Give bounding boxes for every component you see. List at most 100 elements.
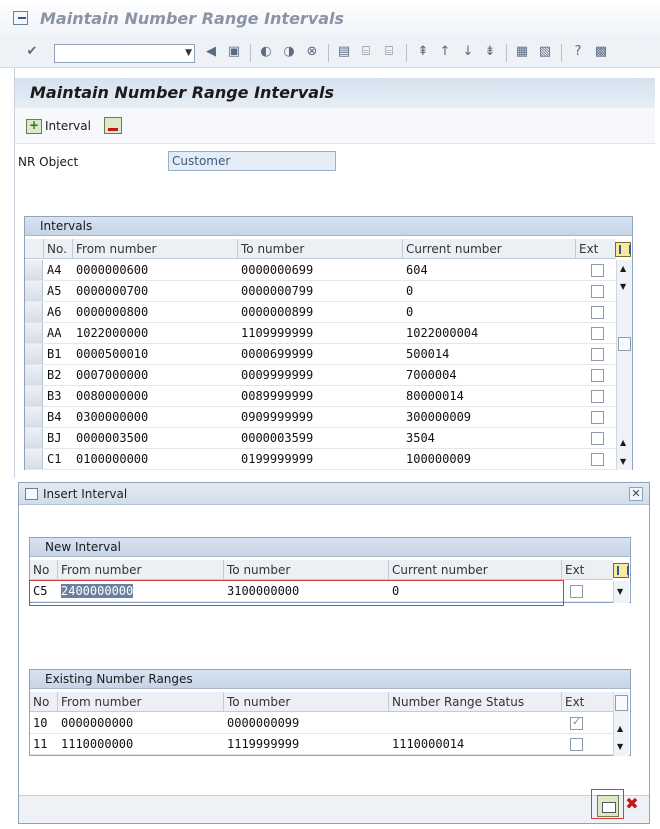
enter-icon[interactable]: ✔ [24,44,40,60]
row-selector[interactable] [25,386,43,406]
new-interval-scrollbar[interactable]: ▼ [613,581,629,603]
cell-no: A6 [47,305,62,319]
header-to-number: To number [224,692,389,712]
ext-checkbox[interactable] [591,264,604,277]
table-row[interactable]: BJ 0000003500 0000003599 3504 [25,428,616,449]
ext-checkbox[interactable] [591,285,604,298]
delete-interval-button[interactable] [104,117,122,134]
header-to-number: To number [238,239,403,259]
cell-from-number: 1110000000 [61,737,134,751]
cell-no: 10 [33,716,48,730]
scroll-down-icon[interactable]: ▼ [617,587,623,596]
toolbar-separator [406,44,407,62]
table-row[interactable]: C1 0100000000 0199999999 100000009 [25,449,616,470]
table-row[interactable]: A5 0000000700 0000000799 0 [25,281,616,302]
header-from-number: From number [73,239,238,259]
table-row[interactable]: B2 0007000000 0009999999 7000004 [25,365,616,386]
cell-to-number: 0000000099 [227,716,300,730]
table-row[interactable]: A4 0000000600 0000000699 604 [25,260,616,281]
window-title-bar: Maintain Number Range Intervals [0,0,660,38]
table-row[interactable]: 10 0000000000 0000000099 [30,713,613,734]
find-icon[interactable]: ⌸ [358,44,374,60]
scroll-up-icon[interactable]: ▲ [620,264,626,273]
scroll-down-icon[interactable]: ▼ [617,742,623,751]
window-menu-icon[interactable] [13,11,28,25]
exit-icon[interactable]: ◑ [281,44,297,60]
table-row[interactable]: B4 0300000000 0909999999 300000009 [25,407,616,428]
cell-range-status: 1110000014 [392,737,465,751]
table-settings-icon[interactable] [613,563,629,578]
previous-page-icon[interactable]: ↑ [437,44,453,60]
cell-current-number: 0 [406,305,414,319]
row-selector[interactable] [25,407,43,427]
existing-ranges-scrollbar[interactable]: ▲ ▼ [613,692,629,756]
insert-interval-button[interactable]: Interval [26,117,91,135]
intervals-scrollbar[interactable]: ▲ ▼ ▲ ▼ [616,260,632,470]
ext-checkbox[interactable] [591,306,604,319]
ext-checkbox[interactable] [591,453,604,466]
scroll-down-icon[interactable]: ▼ [620,457,626,466]
command-field[interactable]: ▼ [54,44,195,63]
ext-checkbox[interactable] [591,327,604,340]
header-ext: Ext [565,563,585,577]
dialog-footer [19,795,649,823]
header-ext: Ext [565,695,585,709]
cell-from-number: 0000000800 [76,305,149,319]
back-icon[interactable]: ◐ [258,44,274,60]
row-selector[interactable] [25,365,43,385]
next-page-icon[interactable]: ↓ [460,44,476,60]
ext-checkbox[interactable] [591,369,604,382]
table-row[interactable]: 11 1110000000 1119999999 1110000014 [30,734,613,755]
ext-checkbox[interactable] [591,390,604,403]
shortcut-icon[interactable]: ▧ [537,44,553,60]
row-selector[interactable] [25,281,43,301]
scroll-up-icon[interactable]: ▲ [617,724,623,733]
scroll-thumb[interactable] [618,337,631,351]
close-icon[interactable]: ✕ [629,487,643,501]
table-row[interactable]: B1 0000500010 0000699999 500014 [25,344,616,365]
header-ext: Ext [579,242,599,256]
select-all-header[interactable] [25,239,44,259]
cell-no: A4 [47,263,62,277]
ext-checkbox[interactable] [570,715,583,730]
new-interval-ext-checkbox[interactable] [570,585,583,598]
header-range-status: Number Range Status [389,692,562,712]
table-settings-icon[interactable] [615,242,631,257]
page-title: Maintain Number Range Intervals [30,83,335,102]
row-selector[interactable] [25,344,43,364]
scroll-thumb[interactable] [615,695,628,711]
header-current-number: Current number [403,239,576,259]
row-selector[interactable] [25,260,43,280]
row-selector[interactable] [25,428,43,448]
table-row[interactable]: B3 0080000000 0089999999 80000014 [25,386,616,407]
cell-to-number: 0909999999 [241,410,314,424]
cell-no: B4 [47,410,62,424]
customize-icon[interactable]: ▩ [593,44,609,60]
save-icon[interactable]: ▣ [226,44,242,60]
highlight-box [29,580,564,606]
table-row[interactable]: A6 0000000800 0000000899 0 [25,302,616,323]
ext-checkbox[interactable] [570,738,583,751]
find-next-icon[interactable]: ⌸ [381,44,397,60]
cell-current-number: 3504 [406,431,435,445]
row-selector[interactable] [25,449,43,469]
cancel-icon[interactable]: ⊗ [304,44,320,60]
scroll-up-icon[interactable]: ▲ [620,438,626,447]
row-selector[interactable] [25,302,43,322]
ext-checkbox[interactable] [591,411,604,424]
row-selector[interactable] [25,323,43,343]
last-page-icon[interactable]: ⇟ [482,44,498,60]
cell-no: 11 [33,737,48,751]
cancel-button[interactable]: ✖ [623,794,641,814]
first-page-icon[interactable]: ⇞ [415,44,431,60]
table-row[interactable]: AA 1022000000 1109999999 1022000004 [25,323,616,344]
print-icon[interactable]: ▤ [336,44,352,60]
scroll-down-icon[interactable]: ▼ [620,282,626,291]
ext-checkbox[interactable] [591,348,604,361]
help-icon[interactable]: ? [570,44,586,60]
header-from-number: From number [58,560,224,580]
chevron-down-icon[interactable]: ▼ [185,48,192,58]
back-arrow-icon[interactable]: ◀ [203,44,219,60]
new-session-icon[interactable]: ▦ [514,44,530,60]
ext-checkbox[interactable] [591,432,604,445]
